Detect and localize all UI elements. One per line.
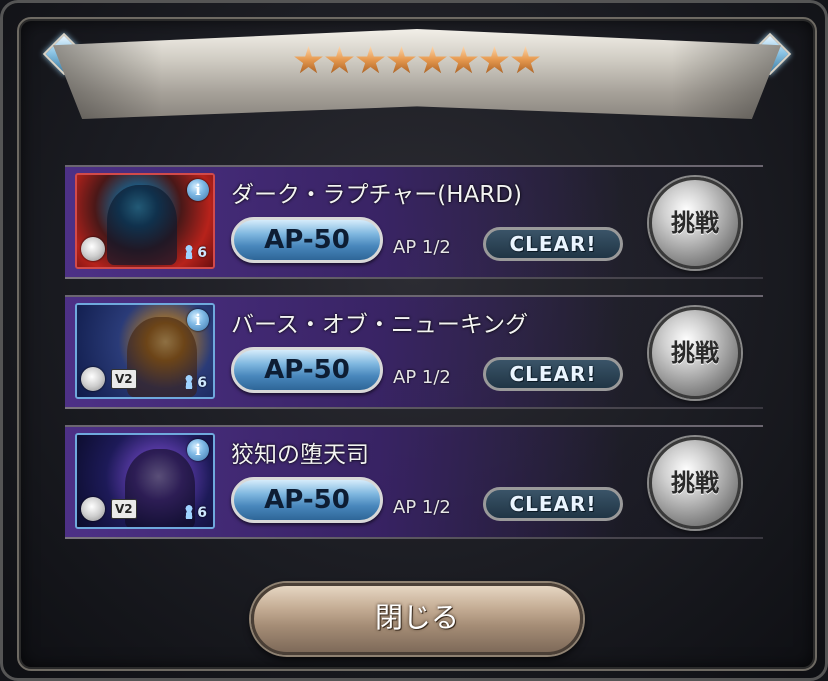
star-icon bbox=[294, 46, 323, 74]
party-count: 6 bbox=[197, 375, 207, 391]
party-icon bbox=[184, 375, 195, 389]
element-icon bbox=[81, 367, 105, 391]
quest-thumbnail[interactable]: i 6 bbox=[75, 173, 215, 269]
star-icon bbox=[511, 46, 540, 74]
party-icon bbox=[184, 245, 195, 259]
party-size: 6 bbox=[184, 505, 207, 521]
party-size: 6 bbox=[184, 375, 207, 391]
ap-cost-badge: AP-50 bbox=[231, 217, 383, 263]
quest-thumbnail[interactable]: i V2 6 bbox=[75, 433, 215, 529]
clear-badge: CLEAR! bbox=[483, 357, 623, 391]
ap-remaining: AP 1/2 bbox=[393, 367, 451, 388]
quest-row: i V2 6 狡知の堕天司 AP-50 AP 1/2 CLEAR! 挑戦 bbox=[65, 425, 763, 539]
element-icon bbox=[81, 497, 105, 521]
star-icon bbox=[449, 46, 478, 74]
clear-badge: CLEAR! bbox=[483, 487, 623, 521]
info-icon[interactable]: i bbox=[187, 439, 209, 461]
star-icon bbox=[356, 46, 385, 74]
difficulty-stars bbox=[291, 41, 543, 81]
info-icon[interactable]: i bbox=[187, 309, 209, 331]
clear-badge: CLEAR! bbox=[483, 227, 623, 261]
challenge-button[interactable]: 挑戦 bbox=[649, 177, 741, 269]
quest-title: ダーク・ラプチャー(HARD) bbox=[231, 182, 522, 208]
star-icon bbox=[480, 46, 509, 74]
star-icon bbox=[325, 46, 354, 74]
element-icon bbox=[81, 237, 105, 261]
party-icon bbox=[184, 505, 195, 519]
version-badge: V2 bbox=[111, 499, 137, 519]
quest-thumbnail[interactable]: i V2 6 bbox=[75, 303, 215, 399]
star-icon bbox=[387, 46, 416, 74]
party-size: 6 bbox=[184, 245, 207, 261]
quest-dialog: i 6 ダーク・ラプチャー(HARD) AP-50 AP 1/2 CLEAR! … bbox=[0, 0, 828, 681]
quest-title: 狡知の堕天司 bbox=[231, 442, 369, 468]
quest-title: バース・オブ・ニューキング bbox=[231, 312, 529, 338]
ap-cost-badge: AP-50 bbox=[231, 347, 383, 393]
party-count: 6 bbox=[197, 245, 207, 261]
quest-row: i V2 6 バース・オブ・ニューキング AP-50 AP 1/2 CLEAR!… bbox=[65, 295, 763, 409]
quest-row: i 6 ダーク・ラプチャー(HARD) AP-50 AP 1/2 CLEAR! … bbox=[65, 165, 763, 279]
party-count: 6 bbox=[197, 505, 207, 521]
star-icon bbox=[418, 46, 447, 74]
version-badge: V2 bbox=[111, 369, 137, 389]
close-button[interactable]: 閉じる bbox=[251, 583, 583, 655]
ap-remaining: AP 1/2 bbox=[393, 497, 451, 518]
challenge-button[interactable]: 挑戦 bbox=[649, 307, 741, 399]
ap-cost-badge: AP-50 bbox=[231, 477, 383, 523]
ap-remaining: AP 1/2 bbox=[393, 237, 451, 258]
info-icon[interactable]: i bbox=[187, 179, 209, 201]
challenge-button[interactable]: 挑戦 bbox=[649, 437, 741, 529]
